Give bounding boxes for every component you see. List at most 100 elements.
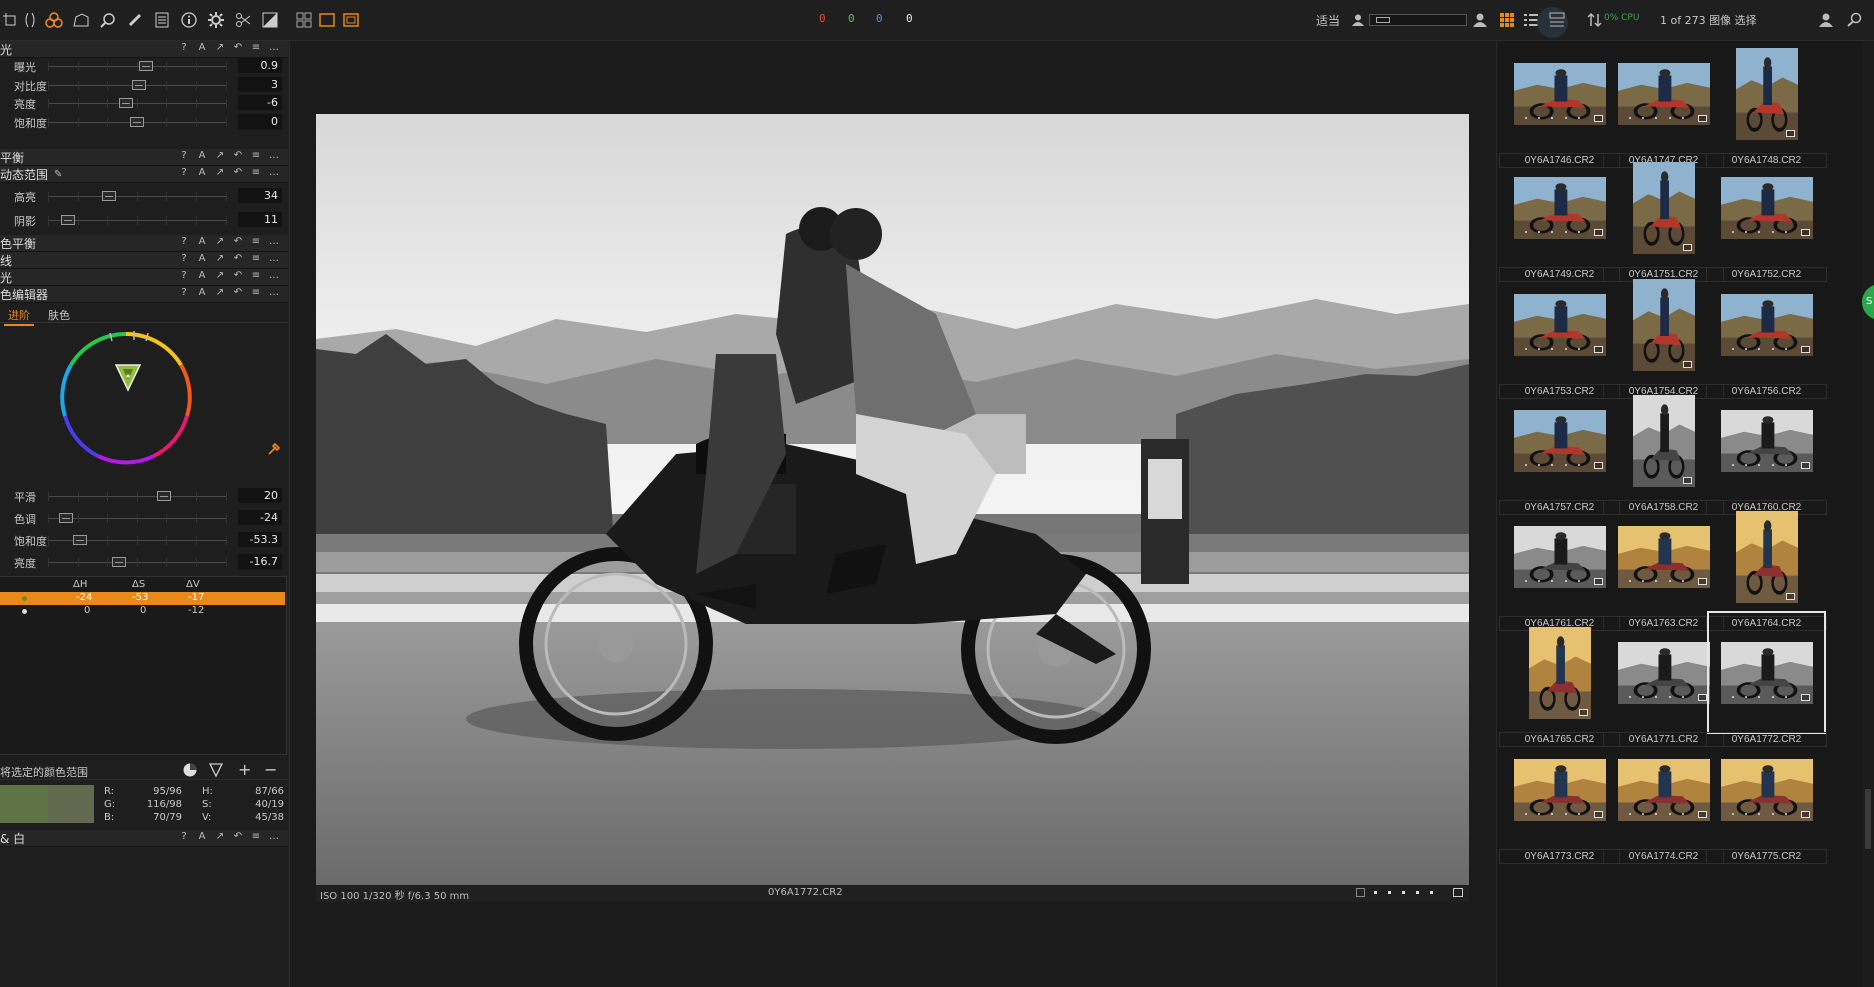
auto-icon[interactable]: A <box>196 831 208 842</box>
more-icon[interactable]: … <box>268 236 280 247</box>
slider-track[interactable] <box>48 535 227 545</box>
reset-icon[interactable]: ↶ <box>232 236 244 247</box>
slider-track[interactable] <box>48 191 227 201</box>
slider-value-field[interactable]: 20 <box>238 488 282 503</box>
compare-view-icon[interactable] <box>341 10 361 30</box>
rating-dots[interactable] <box>1721 695 1799 702</box>
picker-plus-icon[interactable] <box>208 762 224 778</box>
copy-icon[interactable]: ↗ <box>214 253 226 264</box>
auto-icon[interactable]: A <box>196 150 208 161</box>
help-icon[interactable]: ? <box>178 236 190 247</box>
more-icon[interactable]: … <box>268 253 280 264</box>
slider-track[interactable] <box>48 557 227 567</box>
color-editor-section-header[interactable]: 色编辑器 ? A ↗ ↶ ≡… <box>0 286 288 303</box>
tab-skin-tone[interactable]: 肤色 <box>44 307 74 323</box>
table-row[interactable]: 0 0 -12 <box>0 605 285 618</box>
zoom-slider[interactable] <box>1369 14 1467 26</box>
copy-icon[interactable]: ↗ <box>214 42 226 53</box>
slider-track[interactable] <box>48 215 227 225</box>
slider-handle[interactable] <box>131 79 146 90</box>
more-icon[interactable]: … <box>268 42 280 53</box>
copy-icon[interactable]: ↗ <box>214 236 226 247</box>
slider-handle[interactable] <box>138 61 153 71</box>
info-icon[interactable] <box>179 10 199 30</box>
color-balance-section-header[interactable]: 色平衡 ? A ↗ ↶ ≡… <box>0 235 288 252</box>
slider-track[interactable] <box>48 116 227 127</box>
slider-track[interactable] <box>48 491 227 501</box>
more-icon[interactable]: … <box>268 831 280 842</box>
slider-track[interactable] <box>48 513 227 523</box>
rating-dots[interactable] <box>1721 812 1799 819</box>
auto-icon[interactable]: A <box>196 236 208 247</box>
slider-value-field[interactable]: -16.7 <box>238 554 282 569</box>
reset-icon[interactable]: ↶ <box>232 287 244 298</box>
menu-icon[interactable]: ≡ <box>250 150 262 161</box>
rating-dots[interactable] <box>1618 812 1696 819</box>
auto-icon[interactable]: A <box>196 42 208 53</box>
pencil-icon[interactable]: ✎ <box>54 169 62 180</box>
auto-icon[interactable]: A <box>196 253 208 264</box>
slider-track[interactable] <box>48 79 227 90</box>
help-icon[interactable]: ? <box>178 287 190 298</box>
help-icon[interactable]: ? <box>178 42 190 53</box>
rating-dots[interactable] <box>1514 463 1592 470</box>
auto-icon[interactable]: A <box>196 167 208 178</box>
help-icon[interactable]: ? <box>178 831 190 842</box>
slider-value-field[interactable]: -6 <box>238 95 282 110</box>
thumbnail-item[interactable]: 0Y6A1775.CR2 <box>1706 727 1827 864</box>
slider-handle[interactable] <box>112 557 127 567</box>
select-box[interactable] <box>1356 888 1365 897</box>
browser-scrollbar[interactable] <box>1862 41 1874 987</box>
grid-layout-icon[interactable] <box>1497 10 1517 30</box>
menu-icon[interactable]: ≡ <box>250 236 262 247</box>
color-balance-icon[interactable] <box>44 10 64 30</box>
slider-handle[interactable] <box>119 98 134 108</box>
sort-icon[interactable] <box>1585 10 1605 30</box>
more-icon[interactable]: … <box>268 287 280 298</box>
color-wheel-small-icon[interactable] <box>182 762 198 778</box>
lens-icon[interactable] <box>20 10 40 30</box>
brush-icon[interactable] <box>125 10 145 30</box>
rating-dots[interactable] <box>1514 230 1592 237</box>
slider-value-field[interactable]: 34 <box>238 188 282 203</box>
zoom-icon[interactable] <box>98 10 118 30</box>
tools-icon[interactable] <box>233 10 253 30</box>
reset-icon[interactable]: ↶ <box>232 150 244 161</box>
copy-icon[interactable]: ↗ <box>214 831 226 842</box>
help-icon[interactable]: ? <box>178 253 190 264</box>
slider-track[interactable] <box>48 61 227 71</box>
slider-handle[interactable] <box>101 191 116 201</box>
slider-value-field[interactable]: -24 <box>238 510 282 525</box>
perspective-icon[interactable] <box>71 10 91 30</box>
slider-value-field[interactable]: 0 <box>238 113 282 129</box>
slider-handle[interactable] <box>156 491 171 501</box>
menu-icon[interactable]: ≡ <box>250 253 262 264</box>
table-row[interactable]: -24 -53 -17 <box>0 592 285 605</box>
hdr-section-header[interactable]: 动态范围 ✎ ? A ↗ ↶ ≡… <box>0 166 288 183</box>
curve-section-header[interactable]: 线 ? A ↗ ↶ ≡… <box>0 252 288 269</box>
clarity-section-header[interactable]: 光 ? A ↗ ↶ ≡… <box>0 269 288 286</box>
search-icon[interactable] <box>1845 10 1865 30</box>
slider-handle[interactable] <box>130 116 144 127</box>
menu-icon[interactable]: ≡ <box>250 270 262 281</box>
slider-value-field[interactable]: 3 <box>238 76 282 92</box>
rating-dots[interactable] <box>1514 812 1592 819</box>
slider-handle[interactable] <box>60 215 75 225</box>
more-icon[interactable]: … <box>268 167 280 178</box>
fit-label[interactable]: 适当 <box>1316 12 1340 29</box>
rating-dots[interactable] <box>1721 230 1799 237</box>
menu-icon[interactable]: ≡ <box>250 42 262 53</box>
reset-icon[interactable]: ↶ <box>232 831 244 842</box>
slider-value-field[interactable]: -53.3 <box>238 532 282 547</box>
slider-value-field[interactable]: 0.9 <box>238 58 282 73</box>
details-layout-icon[interactable] <box>1547 10 1567 30</box>
more-icon[interactable]: … <box>268 270 280 281</box>
auto-icon[interactable]: A <box>196 287 208 298</box>
help-icon[interactable]: ? <box>178 167 190 178</box>
rating-dots[interactable] <box>1514 347 1592 354</box>
copy-icon[interactable]: ↗ <box>214 167 226 178</box>
remove-range-icon[interactable]: − <box>264 760 277 779</box>
rating-dots[interactable] <box>1514 579 1592 586</box>
tab-advanced[interactable]: 进阶 <box>4 307 34 326</box>
copy-icon[interactable]: ↗ <box>214 287 226 298</box>
